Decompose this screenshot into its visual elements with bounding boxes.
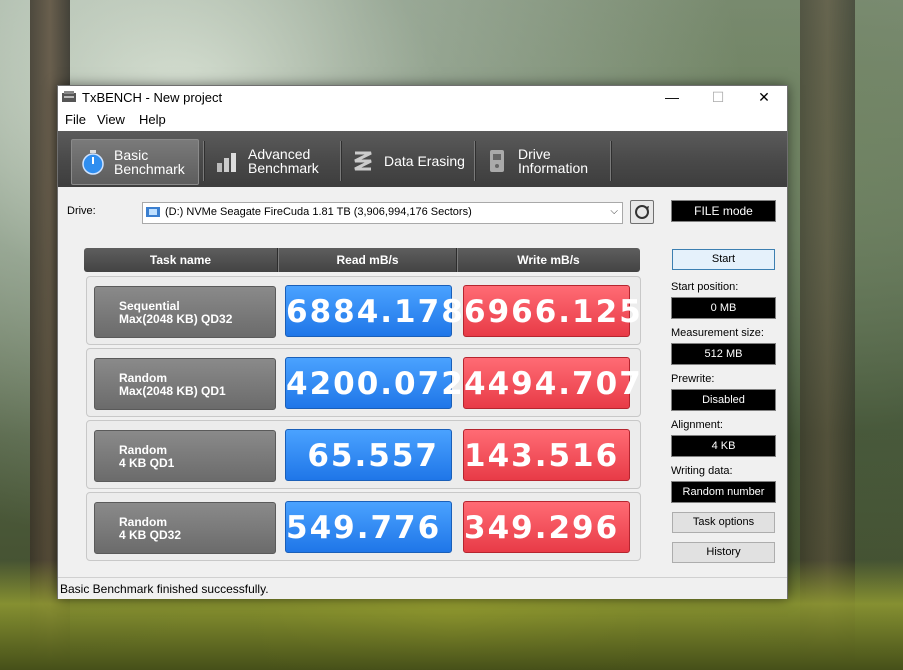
- history-label: History: [706, 546, 741, 558]
- prewrite-value: Disabled: [702, 394, 745, 406]
- measurement-size-value: 512 MB: [704, 348, 743, 360]
- read-value: 65.557: [285, 429, 452, 481]
- result-row: Random Max(2048 KB) QD1 4200.072 4494.707: [86, 348, 641, 417]
- toolbar: Basic Benchmark Advanced Benchmark Data Er…: [58, 131, 787, 187]
- maximize-button[interactable]: ☐: [695, 86, 741, 109]
- tab-label-line2: Benchmark: [114, 161, 185, 177]
- task-line2: 4 KB QD1: [119, 456, 175, 470]
- drive-select-value: (D:) NVMe Seagate FireCuda 1.81 TB (3,90…: [165, 206, 472, 218]
- refresh-icon: [635, 205, 649, 219]
- drive-select[interactable]: (D:) NVMe Seagate FireCuda 1.81 TB (3,90…: [142, 202, 623, 224]
- menu-bar: File View Help: [58, 109, 787, 131]
- app-icon: [62, 91, 76, 102]
- read-value: 4200.072: [285, 357, 463, 409]
- menu-file[interactable]: File: [65, 112, 86, 127]
- minimize-icon: —: [665, 89, 679, 105]
- tab-basic-benchmark[interactable]: Basic Benchmark: [71, 139, 199, 185]
- write-value: 143.516: [463, 429, 630, 481]
- result-row: Random 4 KB QD32 549.776 349.296: [86, 492, 641, 561]
- status-bar: Basic Benchmark finished successfully.: [58, 577, 787, 599]
- alignment-label: Alignment:: [671, 419, 723, 431]
- close-icon: ✕: [758, 89, 770, 105]
- toolbar-divider: [610, 141, 612, 181]
- writing-data-field[interactable]: Random number: [671, 481, 776, 503]
- result-row: Random 4 KB QD1 65.557 143.516: [86, 420, 641, 489]
- title-bar[interactable]: TxBENCH - New project — ☐ ✕: [58, 86, 787, 109]
- tab-advanced-benchmark[interactable]: Advanced Benchmark: [206, 139, 340, 183]
- menu-help[interactable]: Help: [139, 112, 166, 127]
- app-window: TxBENCH - New project — ☐ ✕ File View He…: [57, 85, 788, 599]
- writing-data-value: Random number: [682, 486, 765, 498]
- bar-chart-icon: [214, 148, 240, 174]
- write-value: 4494.707: [463, 357, 641, 409]
- mode-text: FILE mode: [694, 204, 753, 218]
- task-button[interactable]: Sequential Max(2048 KB) QD32: [94, 286, 276, 338]
- prewrite-label: Prewrite:: [671, 373, 715, 385]
- results-header: Task name Read mB/s Write mB/s: [84, 248, 640, 272]
- drive-info-icon: [484, 148, 510, 174]
- measurement-size-label: Measurement size:: [671, 327, 764, 339]
- refresh-button[interactable]: [630, 200, 654, 224]
- task-line2: Max(2048 KB) QD1: [119, 384, 226, 398]
- measurement-size-field[interactable]: 512 MB: [671, 343, 776, 365]
- window-title: TxBENCH - New project: [82, 90, 223, 105]
- menu-view[interactable]: View: [97, 112, 125, 127]
- alignment-field[interactable]: 4 KB: [671, 435, 776, 457]
- tab-data-erasing[interactable]: Data Erasing: [342, 139, 472, 183]
- tab-label-line2: Information: [518, 160, 589, 176]
- close-button[interactable]: ✕: [741, 86, 787, 109]
- writing-data-label: Writing data:: [671, 465, 733, 477]
- start-button[interactable]: Start: [672, 249, 775, 270]
- read-value: 549.776: [285, 501, 452, 553]
- toolbar-divider: [203, 141, 205, 181]
- maximize-icon: ☐: [711, 89, 725, 105]
- header-read: Read mB/s: [336, 253, 399, 267]
- start-button-label: Start: [711, 253, 736, 265]
- tab-label-line1: Drive: [518, 146, 551, 162]
- alignment-value: 4 KB: [711, 440, 736, 452]
- tab-label-line2: Benchmark: [248, 160, 319, 176]
- history-button[interactable]: History: [672, 542, 775, 563]
- task-line2: Max(2048 KB) QD32: [119, 312, 233, 326]
- tab-label-line1: Data Erasing: [384, 153, 465, 169]
- result-row: Sequential Max(2048 KB) QD32 6884.178 696…: [86, 276, 641, 345]
- tab-label-line1: Advanced: [248, 146, 311, 162]
- task-button[interactable]: Random 4 KB QD1: [94, 430, 276, 482]
- task-line2: 4 KB QD32: [119, 528, 182, 542]
- task-options-button[interactable]: Task options: [672, 512, 775, 533]
- start-position-field[interactable]: 0 MB: [671, 297, 776, 319]
- chevron-down-icon: ⌵: [610, 206, 618, 217]
- tab-drive-information[interactable]: Drive Information: [476, 139, 610, 183]
- task-button[interactable]: Random 4 KB QD32: [94, 502, 276, 554]
- status-text: Basic Benchmark finished successfully.: [60, 582, 269, 596]
- read-value: 6884.178: [285, 285, 463, 337]
- stopwatch-icon: [80, 149, 106, 175]
- drive-label: Drive:: [67, 205, 96, 217]
- minimize-button[interactable]: —: [649, 86, 695, 109]
- header-task-name: Task name: [149, 253, 212, 267]
- eraser-icon: [350, 148, 376, 174]
- task-button[interactable]: Random Max(2048 KB) QD1: [94, 358, 276, 410]
- mode-indicator: FILE mode: [671, 200, 776, 222]
- header-write: Write mB/s: [517, 253, 580, 267]
- prewrite-field[interactable]: Disabled: [671, 389, 776, 411]
- drive-icon: [146, 207, 160, 217]
- write-value: 6966.125: [463, 285, 641, 337]
- start-position-value: 0 MB: [710, 302, 737, 314]
- start-position-label: Start position:: [671, 281, 739, 293]
- tab-label-line1: Basic: [114, 147, 149, 163]
- write-value: 349.296: [463, 501, 630, 553]
- task-options-label: Task options: [692, 516, 755, 528]
